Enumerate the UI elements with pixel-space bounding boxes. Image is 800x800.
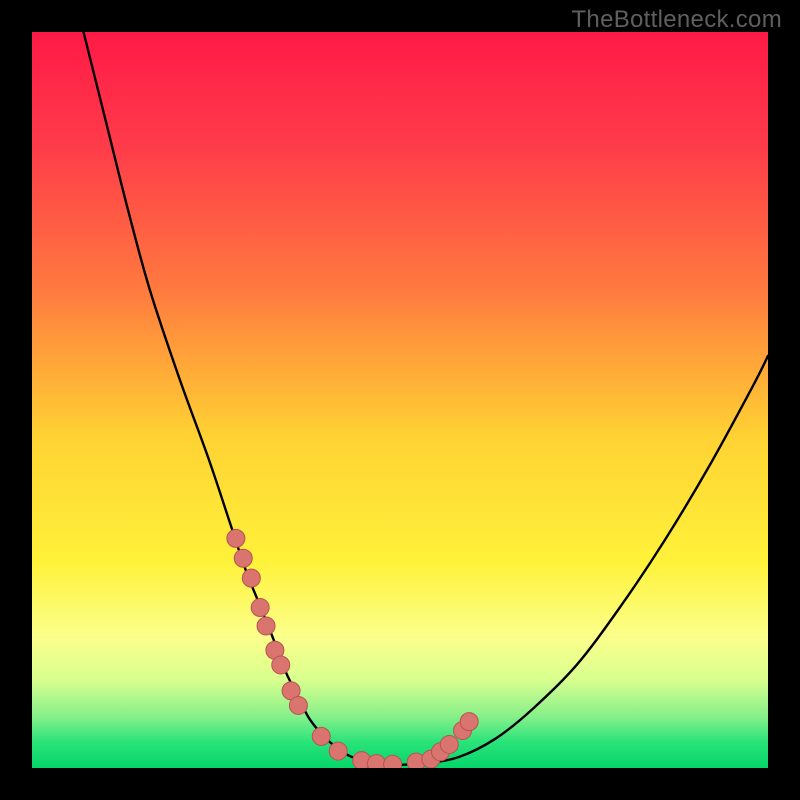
outer-frame: TheBottleneck.com — [0, 0, 800, 800]
data-marker — [227, 529, 245, 547]
data-marker — [460, 713, 478, 731]
data-marker — [257, 617, 275, 635]
data-marker — [289, 696, 307, 714]
data-marker — [272, 656, 290, 674]
watermark-text: TheBottleneck.com — [571, 6, 782, 34]
bottleneck-chart — [32, 32, 768, 768]
data-marker — [367, 755, 385, 768]
plot-area — [32, 32, 768, 768]
data-marker — [312, 727, 330, 745]
gradient-background — [32, 32, 768, 768]
data-marker — [384, 755, 402, 768]
data-marker — [329, 742, 347, 760]
data-marker — [251, 599, 269, 617]
data-marker — [242, 569, 260, 587]
data-marker — [234, 549, 252, 567]
data-marker — [440, 735, 458, 753]
